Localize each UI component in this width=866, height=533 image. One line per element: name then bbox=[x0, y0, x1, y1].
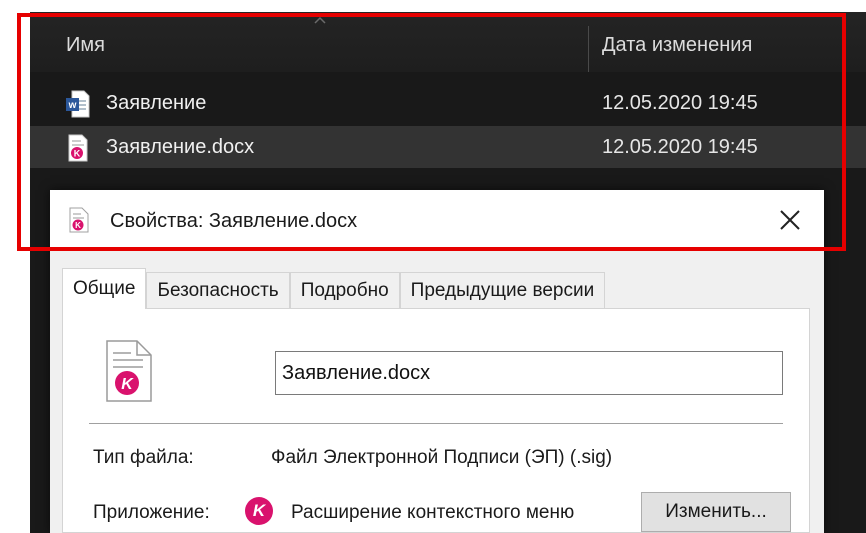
tab-details[interactable]: Подробно bbox=[289, 272, 400, 308]
word-document-icon: w bbox=[66, 90, 90, 118]
signed-document-icon: K bbox=[68, 134, 88, 162]
app-k-icon: K bbox=[245, 497, 273, 525]
file-row-word[interactable]: w Заявление 12.05.2020 19:45 bbox=[30, 82, 866, 124]
svg-text:K: K bbox=[75, 221, 81, 230]
svg-text:w: w bbox=[68, 100, 77, 111]
file-name: Заявление.docx bbox=[106, 136, 255, 158]
tab-previous-versions[interactable]: Предыдущие версии bbox=[399, 272, 606, 308]
column-name[interactable]: Имя bbox=[66, 34, 105, 57]
dialog-title: Свойства: Заявление.docx bbox=[110, 210, 358, 232]
close-button[interactable] bbox=[770, 202, 810, 238]
column-separator[interactable] bbox=[588, 26, 589, 72]
tab-panel-general: K Тип файла: Файл Электронной Подписи (Э… bbox=[62, 308, 810, 533]
dialog-titlebar[interactable]: K Свойства: Заявление.docx bbox=[50, 190, 824, 250]
file-date: 12.05.2020 19:45 bbox=[602, 92, 758, 114]
divider bbox=[89, 423, 783, 424]
file-date: 12.05.2020 19:45 bbox=[602, 136, 758, 158]
signed-document-icon: K bbox=[69, 207, 89, 233]
svg-text:K: K bbox=[121, 376, 134, 393]
filename-input[interactable] bbox=[275, 351, 783, 395]
signed-document-icon: K bbox=[106, 340, 152, 402]
properties-dialog: K Свойства: Заявление.docx Общие Безопас… bbox=[50, 190, 824, 533]
column-header-row: Имя Дата изменения bbox=[30, 12, 866, 72]
close-icon bbox=[780, 210, 800, 230]
file-type-label: Тип файла: bbox=[93, 447, 194, 468]
file-row-docx-selected[interactable]: K Заявление.docx 12.05.2020 19:45 bbox=[30, 126, 866, 168]
column-date-modified[interactable]: Дата изменения bbox=[602, 34, 752, 57]
tab-security[interactable]: Безопасность bbox=[146, 272, 290, 308]
change-button[interactable]: Изменить... bbox=[641, 492, 791, 532]
svg-text:K: K bbox=[74, 149, 81, 159]
file-type-value: Файл Электронной Подписи (ЭП) (.sig) bbox=[271, 447, 613, 468]
tab-strip: Общие Безопасность Подробно Предыдущие в… bbox=[62, 268, 606, 309]
file-name: Заявление bbox=[106, 92, 207, 114]
app-label: Приложение: bbox=[93, 502, 210, 523]
sort-arrow-icon bbox=[314, 16, 326, 24]
tab-general[interactable]: Общие bbox=[62, 268, 147, 309]
app-name: Расширение контекстного меню bbox=[291, 502, 575, 523]
